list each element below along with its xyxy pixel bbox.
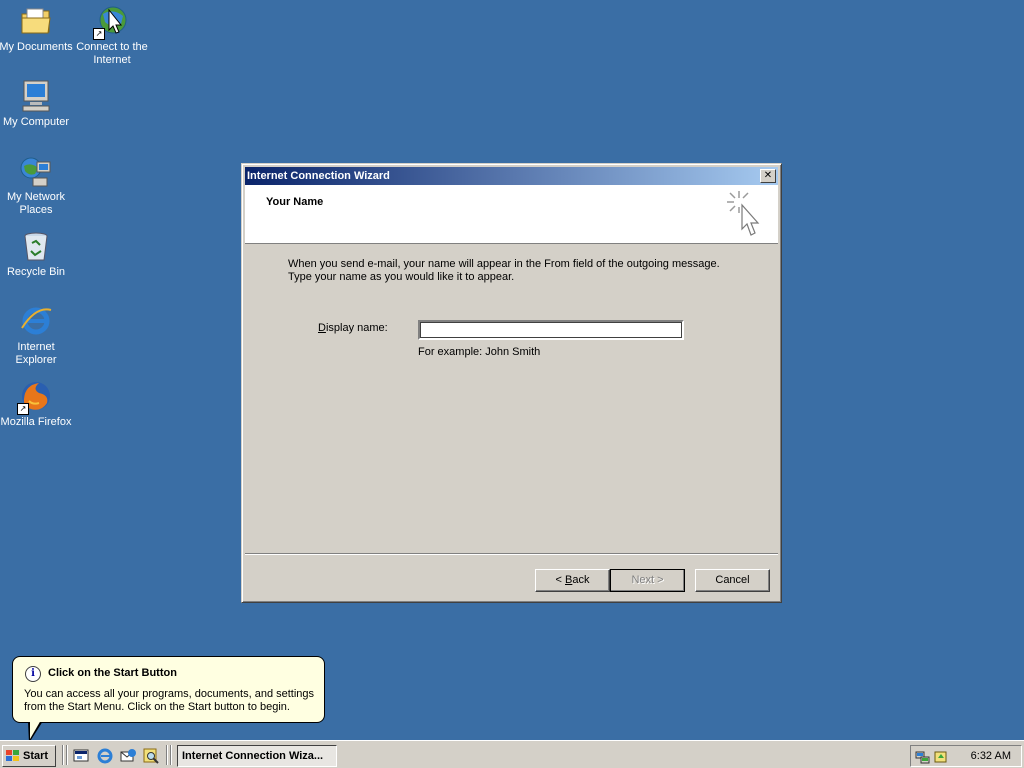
folder-documents-icon — [19, 4, 53, 38]
recycle-bin-icon — [19, 229, 53, 263]
desktop-icon-label: My Computer — [2, 116, 70, 128]
close-icon: ✕ — [763, 170, 773, 181]
wizard-header: Your Name — [245, 185, 778, 244]
close-button[interactable]: ✕ — [760, 169, 776, 183]
desktop-icon-internet-explorer[interactable]: Internet Explorer — [0, 302, 74, 367]
display-name-input[interactable] — [418, 320, 684, 340]
display-name-label-accel: D — [318, 322, 326, 334]
firefox-icon: ↗ — [17, 379, 53, 415]
dialog-titlebar[interactable]: Internet Connection Wizard ✕ — [245, 167, 778, 185]
taskbar-separator — [170, 745, 172, 765]
desktop-icon-label: Connect to the Internet — [76, 41, 148, 66]
balloon-title: Click on the Start Button — [48, 667, 177, 679]
internet-explorer-icon[interactable] — [96, 747, 114, 765]
desktop-icon-label: Internet Explorer — [15, 341, 57, 366]
instructions-line-2: Type your name as you would like it to a… — [288, 271, 515, 283]
desktop-icon-label: My Documents — [0, 41, 73, 53]
taskbar-separator — [166, 745, 168, 765]
system-tray: 6:32 AM — [910, 745, 1022, 767]
balloon-body: You can access all your programs, docume… — [24, 688, 315, 713]
next-button[interactable]: Next > — [610, 569, 685, 592]
connect-internet-icon: ↗ — [93, 4, 129, 40]
taskbar-separator — [66, 745, 68, 765]
internet-connection-wizard-dialog: Internet Connection Wizard ✕ Your Name W… — [241, 163, 782, 603]
dialog-title: Internet Connection Wizard — [247, 170, 390, 182]
desktop-icon-my-computer[interactable]: My Computer — [0, 77, 74, 129]
back-button-rest: ack — [572, 574, 590, 586]
volume-tray-icon[interactable] — [933, 749, 949, 765]
button-separator — [245, 553, 778, 555]
instructions-line-1: When you send e-mail, your name will app… — [288, 258, 720, 270]
internet-explorer-icon — [19, 304, 53, 338]
display-name-label: Display name: — [318, 322, 388, 334]
display-name-label-rest: isplay name: — [325, 322, 388, 334]
page-title: Your Name — [266, 196, 324, 208]
desktop-icon-connect-internet[interactable]: ↗ Connect to the Internet — [74, 2, 150, 67]
desktop-icon-my-documents[interactable]: My Documents — [0, 2, 74, 54]
computer-icon — [19, 79, 53, 113]
outlook-express-icon[interactable] — [119, 747, 137, 765]
search-icon[interactable] — [142, 747, 160, 765]
network-tray-icon[interactable] — [915, 749, 931, 765]
info-icon: i — [25, 666, 41, 682]
balloon-tail-fill — [30, 720, 41, 739]
shortcut-arrow-icon: ↗ — [93, 28, 105, 40]
windows-logo-icon — [6, 750, 20, 762]
taskbar-separator — [62, 745, 64, 765]
shortcut-arrow-icon: ↗ — [17, 403, 29, 415]
desktop-icon-label: My Network Places — [6, 191, 66, 216]
desktop-icon-network-places[interactable]: My Network Places — [0, 152, 74, 217]
example-hint: For example: John Smith — [418, 346, 541, 358]
start-label: Start — [23, 750, 49, 762]
back-button-prefix: < — [555, 574, 565, 586]
desktop-icon-recycle-bin[interactable]: Recycle Bin — [0, 227, 74, 279]
back-button[interactable]: < Back — [535, 569, 610, 592]
show-desktop-icon[interactable] — [72, 747, 90, 765]
network-places-icon — [19, 154, 53, 188]
taskbar-button-internet-connection-wizard[interactable]: Internet Connection Wiza... — [177, 745, 337, 767]
taskbar: Start Internet Connection Wiza... 6:32 A… — [0, 740, 1024, 768]
cancel-button[interactable]: Cancel — [695, 569, 770, 592]
desktop-icon-firefox[interactable]: ↗ Mozilla Firefox — [0, 377, 74, 429]
desktop-icon-label: Recycle Bin — [6, 266, 66, 278]
instructions-text: When you send e-mail, your name will app… — [288, 258, 728, 284]
cursor-sparkle-icon — [726, 189, 766, 239]
clock[interactable]: 6:32 AM — [971, 746, 1011, 766]
start-button[interactable]: Start — [2, 745, 56, 767]
desktop-icon-label: Mozilla Firefox — [0, 416, 72, 428]
start-button-balloon-tip[interactable]: i Click on the Start Button You can acce… — [12, 656, 325, 723]
